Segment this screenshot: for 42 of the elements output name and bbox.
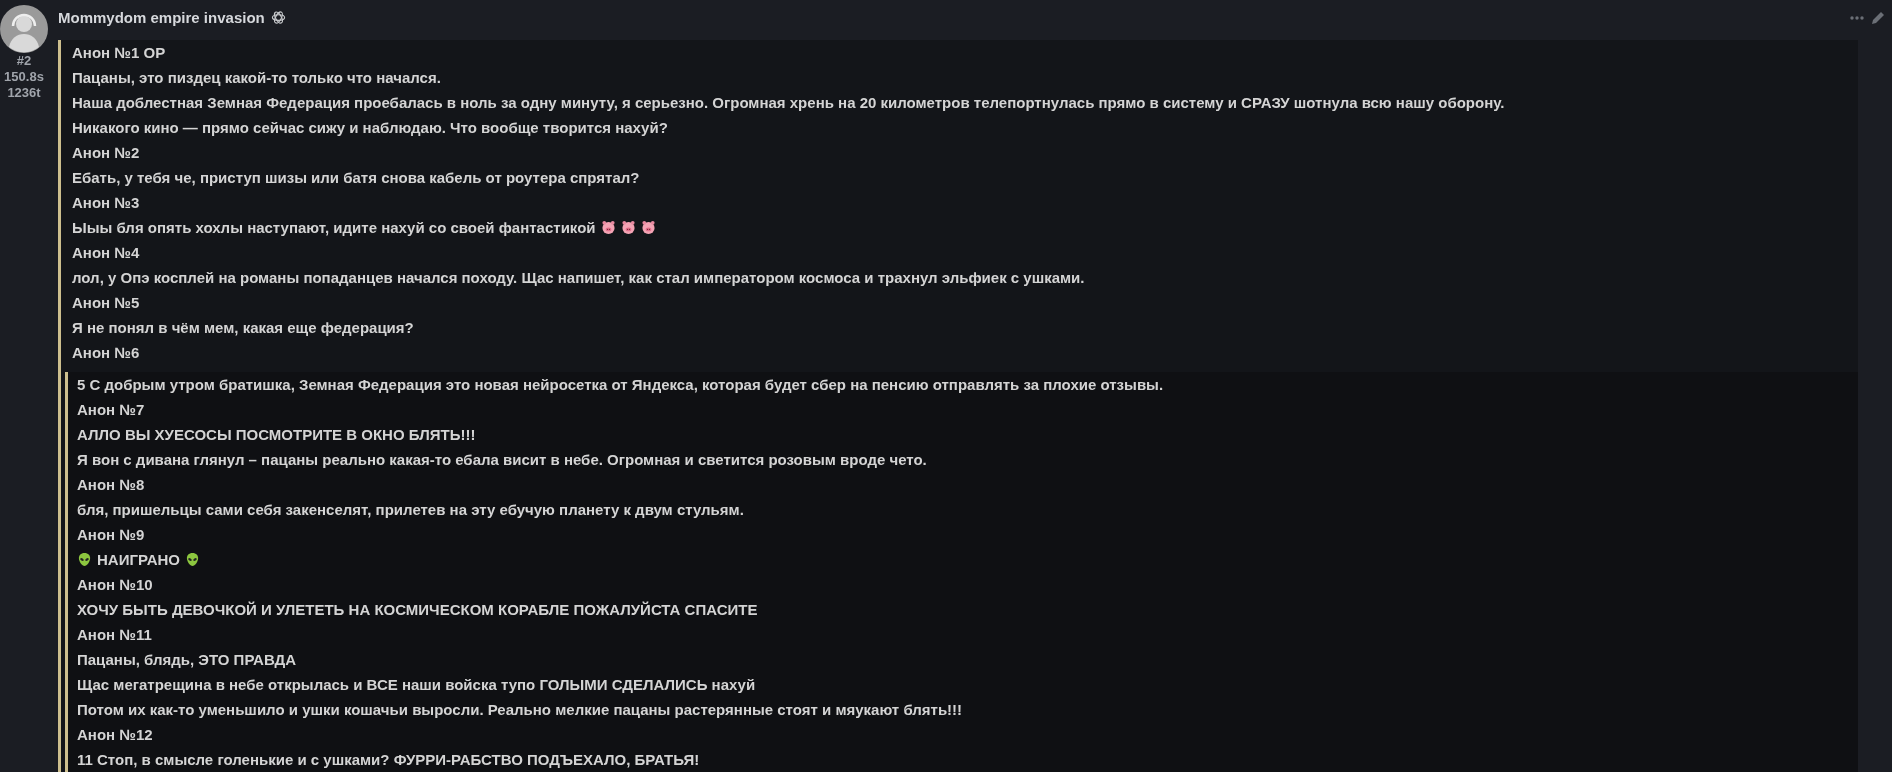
message-text: Пацаны, это пиздец какой-то только что начался. bbox=[72, 68, 441, 88]
message-text: Пацаны, блядь, ЭТО ПРАВДА bbox=[77, 650, 297, 670]
post-meta: 150.8s bbox=[4, 69, 44, 85]
message-text: Никакого кино — прямо сейчас сижу и наблюдаю. Что вообще творится нахуй? bbox=[72, 118, 668, 138]
message-text: Анон №8 bbox=[77, 475, 145, 495]
message-text: Анон №12 bbox=[77, 725, 153, 745]
message-text: Ебать, у тебя че, приступ шизы или батя снова кабель от роутера спрятал? bbox=[72, 168, 640, 188]
post-title: Mommydom empire invasion bbox=[58, 9, 265, 26]
message-text: лол, у Опэ косплей на романы попаданцев начался походу. Щас напишет, как стал императором космоса и трахнул эльфиек с ушками. bbox=[72, 268, 1085, 288]
message-text: Анон №10 bbox=[77, 575, 153, 595]
more-icon[interactable] bbox=[1850, 15, 1864, 20]
message-text: Анон №9 bbox=[77, 525, 145, 545]
message-text: Анон №1 ОР bbox=[72, 43, 166, 63]
message-text: Я не понял в чём мем, какая еще федерация? bbox=[72, 318, 414, 338]
message-text: ХОЧУ БЫТЬ ДЕВОЧКОЙ И УЛЕТЕТЬ НА КОСМИЧЕСКОМ КОРАБЛЕ ПОЖАЛУЙСТА СПАСИТЕ bbox=[77, 600, 758, 620]
message-text: Анон №5 bbox=[72, 293, 140, 313]
message-text: Ыыы бля опять хохлы наступают, идите нахуй со своей фантастикой bbox=[72, 218, 596, 238]
avatar-icon bbox=[0, 5, 48, 53]
message-text: Анон №11 bbox=[77, 625, 152, 645]
alien-icon bbox=[77, 552, 92, 567]
message-text: Я вон с дивана глянул – пацаны реально какая-то ебала висит в небе. Огромная и светится розовым вроде чето. bbox=[77, 450, 927, 470]
post-meta: 1236t bbox=[7, 85, 41, 101]
message-text: Наша доблестная Земная Федерация проебалась в ноль за одну минуту, я серьезно. Огромная хрень на 20 километров телепортнулась прямо в систему и СРАЗУ шотнула всю нашу оборону. bbox=[72, 93, 1505, 113]
message-text: Потом их как-то уменьшило и ушки кошачьи выросли. Реально мелкие пацаны растерянные стоят и мяукают блять!!! bbox=[77, 700, 963, 720]
knot-icon bbox=[270, 10, 286, 25]
post-meta: #2 bbox=[16, 53, 32, 69]
message-text: АЛЛО ВЫ ХУЕСОСЫ ПОСМОТРИТЕ В ОКНО БЛЯТЬ!!! bbox=[77, 425, 476, 445]
message-text: 11 Стоп, в смысле голенькие и с ушками? ФУРРИ-РАБСТВО ПОДЪЕХАЛО, БРАТЬЯ! bbox=[77, 750, 700, 770]
message-text: НАИГРАНО bbox=[97, 550, 180, 570]
message-text: Анон №6 bbox=[72, 343, 140, 363]
pig-icon bbox=[640, 220, 656, 235]
message-text: Анон №7 bbox=[77, 400, 145, 420]
pig-icon bbox=[620, 220, 636, 235]
message-text: Анон №3 bbox=[72, 193, 140, 213]
message-text: Щас мегатрещина в небе открылась и ВСЕ наши войска тупо ГОЛЫМИ СДЕЛАЛИСЬ нахуй bbox=[77, 675, 756, 695]
pig-icon bbox=[600, 220, 616, 235]
message-text: Анон №2 bbox=[72, 143, 140, 163]
message-text: 5 С добрым утром братишка, Земная Федерация это новая нейросетка от Яндекса, которая будет сбер на пенсию отправлять за плохие отзывы. bbox=[77, 375, 1164, 395]
edit-icon[interactable] bbox=[1870, 9, 1886, 26]
message-text: бля, пришельцы сами себя закенселят, прилетев на эту ебучую планету к двум стульям. bbox=[77, 500, 744, 520]
message-text: Анон №4 bbox=[72, 243, 140, 263]
alien-icon bbox=[184, 552, 200, 567]
